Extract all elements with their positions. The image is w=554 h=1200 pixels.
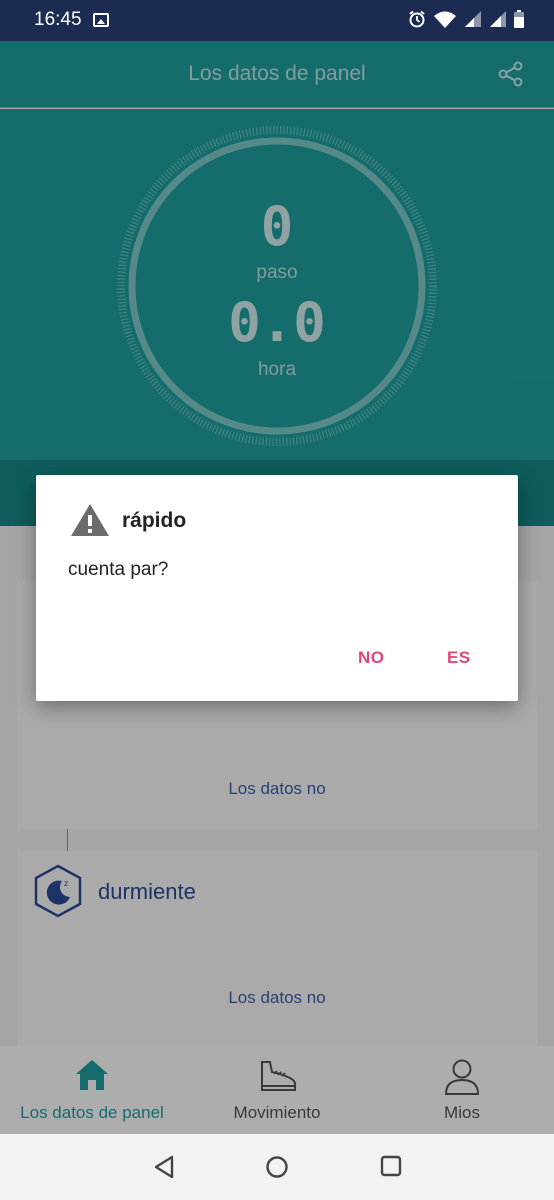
back-icon[interactable] — [153, 1155, 175, 1179]
image-notification-icon — [93, 13, 109, 27]
dialog-title: rápido — [122, 509, 187, 532]
system-nav-bar — [0, 1134, 554, 1200]
no-button[interactable]: NO — [358, 648, 385, 668]
yes-button[interactable]: ES — [447, 648, 471, 668]
dialog-message: cuenta par? — [68, 559, 169, 580]
status-icons — [408, 10, 524, 28]
warning-icon — [71, 504, 109, 536]
wifi-icon — [434, 11, 456, 28]
battery-icon — [514, 10, 524, 28]
confirm-dialog: rápido cuenta par? NO ES — [36, 475, 518, 701]
recents-icon[interactable] — [380, 1155, 402, 1177]
signal-2-icon — [490, 11, 506, 27]
alarm-icon — [409, 10, 425, 28]
signal-icon — [465, 11, 481, 27]
status-bar: 16:45 — [0, 0, 554, 41]
status-time: 16:45 — [34, 9, 82, 30]
home-button-icon[interactable] — [265, 1155, 289, 1179]
